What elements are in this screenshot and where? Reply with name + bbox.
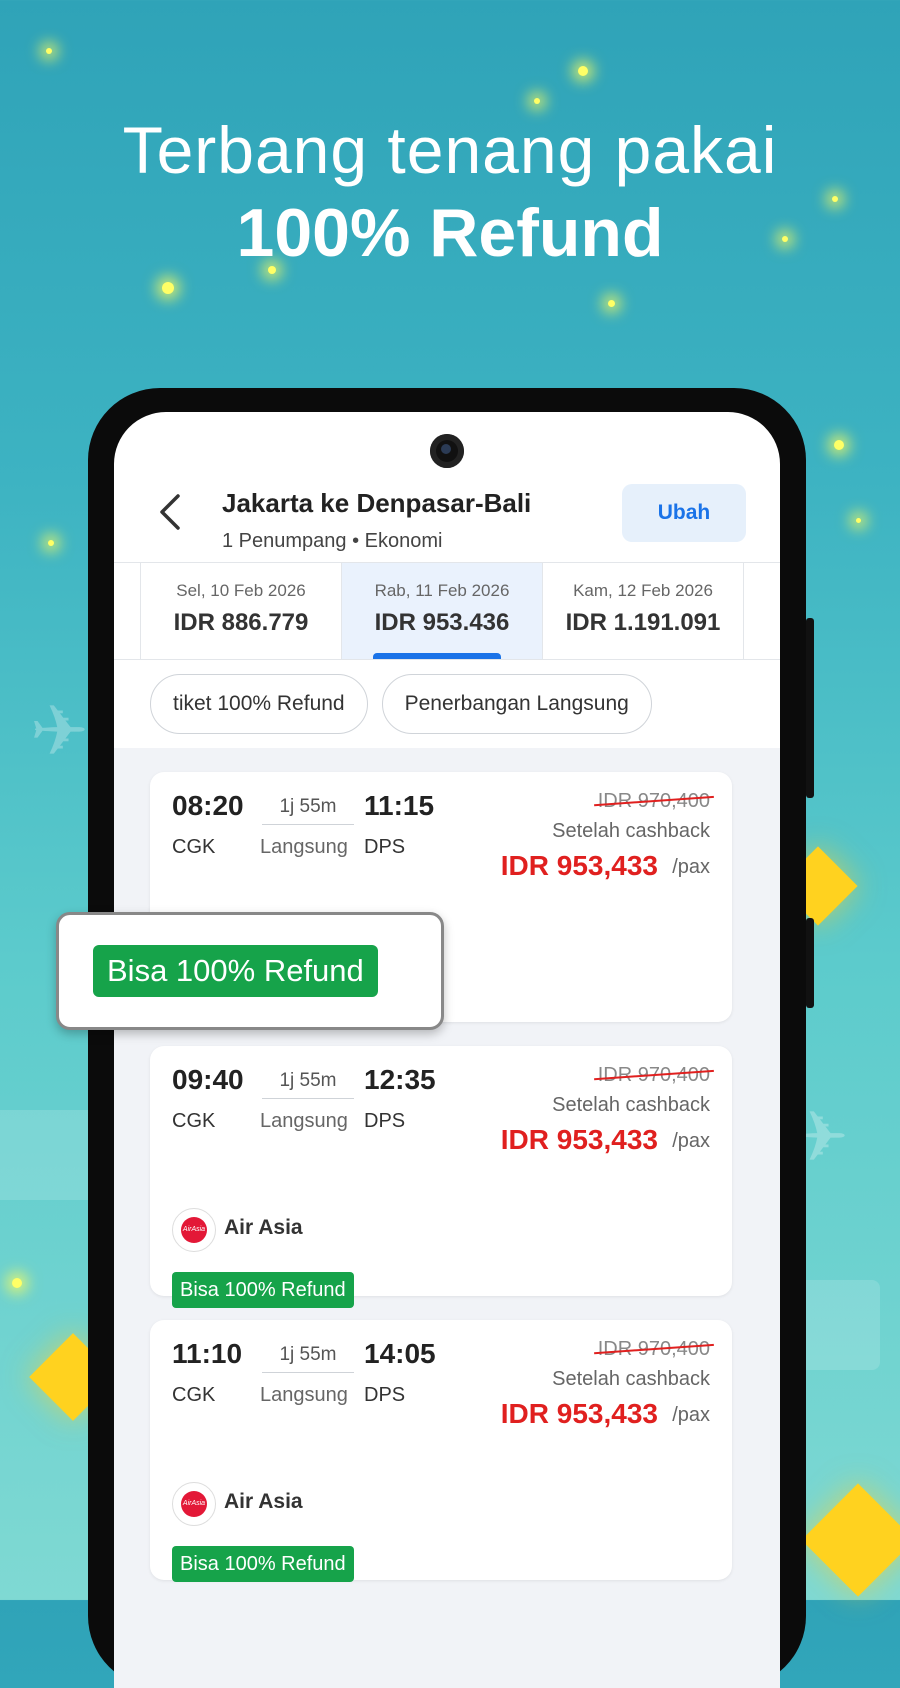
arrival-time: 12:35 [364, 1064, 436, 1095]
date-selector: Sel, 10 Feb 2026 IDR 886.779 Rab, 11 Feb… [114, 562, 780, 660]
arrival-airport: DPS [364, 1110, 406, 1132]
page-title: Jakarta ke Denpasar-Bali [222, 488, 532, 518]
cashback-label: Setelah cashback [552, 820, 710, 842]
camera-icon [430, 434, 464, 468]
flight-card[interactable]: 11:10 CGK 1j 55m Langsung 14:05 DPS IDR … [150, 1320, 732, 1582]
refund-badge: Bisa 100% Refund [172, 1272, 354, 1308]
departure-time: 11:10 [172, 1338, 243, 1369]
arrival-time: 11:15 [364, 790, 435, 821]
date-price: IDR 953.436 [374, 609, 510, 636]
final-price: IDR 953,433 [500, 1124, 658, 1155]
airasia-logo-icon: AirAsia [172, 1482, 216, 1526]
change-search-button[interactable]: Ubah [622, 484, 746, 542]
date-cell[interactable]: Kam, 12 Feb 2026 IDR 1.191.091 [543, 563, 744, 659]
phone-screen: Jakarta ke Denpasar-Bali 1 Penumpang • E… [114, 412, 780, 1688]
phone-mockup: Jakarta ke Denpasar-Bali 1 Penumpang • E… [88, 388, 814, 1688]
airasia-logo-icon: AirAsia [172, 1208, 216, 1252]
hero-headline: Terbang tenang pakai 100% Refund [0, 112, 900, 272]
header: Jakarta ke Denpasar-Bali 1 Penumpang • E… [114, 472, 780, 572]
refund-badge: Bisa 100% Refund [172, 1546, 354, 1582]
original-price: IDR 970,400 [597, 1064, 710, 1086]
phone-power-button [806, 918, 814, 1008]
departure-time: 08:20 [172, 790, 244, 821]
flight-duration: 1j 55m [262, 796, 354, 825]
arrival-airport: DPS [364, 1384, 406, 1406]
chevron-left-icon[interactable] [158, 492, 182, 539]
selected-indicator [373, 653, 501, 659]
per-pax-label: /pax [672, 856, 710, 878]
departure-airport: CGK [172, 1384, 216, 1406]
filter-chip-refund[interactable]: tiket 100% Refund [150, 674, 368, 734]
flight-duration: 1j 55m [262, 1070, 354, 1099]
airline-logo-text: AirAsia [181, 1491, 207, 1517]
refund-callout: Bisa 100% Refund [56, 912, 444, 1030]
date-price: IDR 886.779 [173, 609, 309, 636]
hero-line-2: 100% Refund [236, 195, 664, 271]
airline-name: Air Asia [224, 1490, 303, 1513]
phone-volume-button [806, 618, 814, 798]
original-price: IDR 970,400 [597, 1338, 710, 1360]
flight-duration: 1j 55m [262, 1344, 354, 1373]
flight-list: 08:20 CGK 1j 55m Langsung 11:15 DPS IDR … [114, 748, 780, 1688]
airline-name: Air Asia [224, 1216, 303, 1239]
date-cell-prev[interactable] [114, 563, 141, 659]
arrival-time: 14:05 [364, 1338, 436, 1369]
per-pax-label: /pax [672, 1404, 710, 1426]
date-price: IDR 1.191.091 [565, 609, 721, 636]
cashback-label: Setelah cashback [552, 1094, 710, 1116]
airline-logo-text: AirAsia [181, 1217, 207, 1243]
flight-card[interactable]: 09:40 CGK 1j 55m Langsung 12:35 DPS IDR … [150, 1046, 732, 1308]
date-cell[interactable]: Sel, 10 Feb 2026 IDR 886.779 [141, 563, 342, 659]
departure-airport: CGK [172, 1110, 216, 1132]
departure-time: 09:40 [172, 1064, 244, 1095]
refund-callout-badge: Bisa 100% Refund [93, 945, 378, 997]
flight-type: Langsung [260, 836, 348, 858]
hero-line-1: Terbang tenang pakai [122, 113, 778, 187]
per-pax-label: /pax [672, 1130, 710, 1152]
flight-type: Langsung [260, 1384, 348, 1406]
final-price: IDR 953,433 [500, 850, 658, 881]
departure-airport: CGK [172, 836, 216, 858]
cashback-label: Setelah cashback [552, 1368, 710, 1390]
passenger-class-summary: 1 Penumpang • Ekonomi [222, 530, 443, 552]
date-label: Kam, 12 Feb 2026 [573, 581, 713, 600]
original-price: IDR 970,400 [597, 790, 710, 812]
filter-chips: tiket 100% Refund Penerbangan Langsung [150, 674, 652, 734]
arrival-airport: DPS [364, 836, 406, 858]
filter-chip-direct[interactable]: Penerbangan Langsung [381, 674, 652, 734]
date-cell-selected[interactable]: Rab, 11 Feb 2026 IDR 953.436 [342, 563, 543, 659]
date-label: Sel, 10 Feb 2026 [176, 581, 306, 600]
date-label: Rab, 11 Feb 2026 [374, 581, 510, 600]
flight-type: Langsung [260, 1110, 348, 1132]
final-price: IDR 953,433 [500, 1398, 658, 1429]
